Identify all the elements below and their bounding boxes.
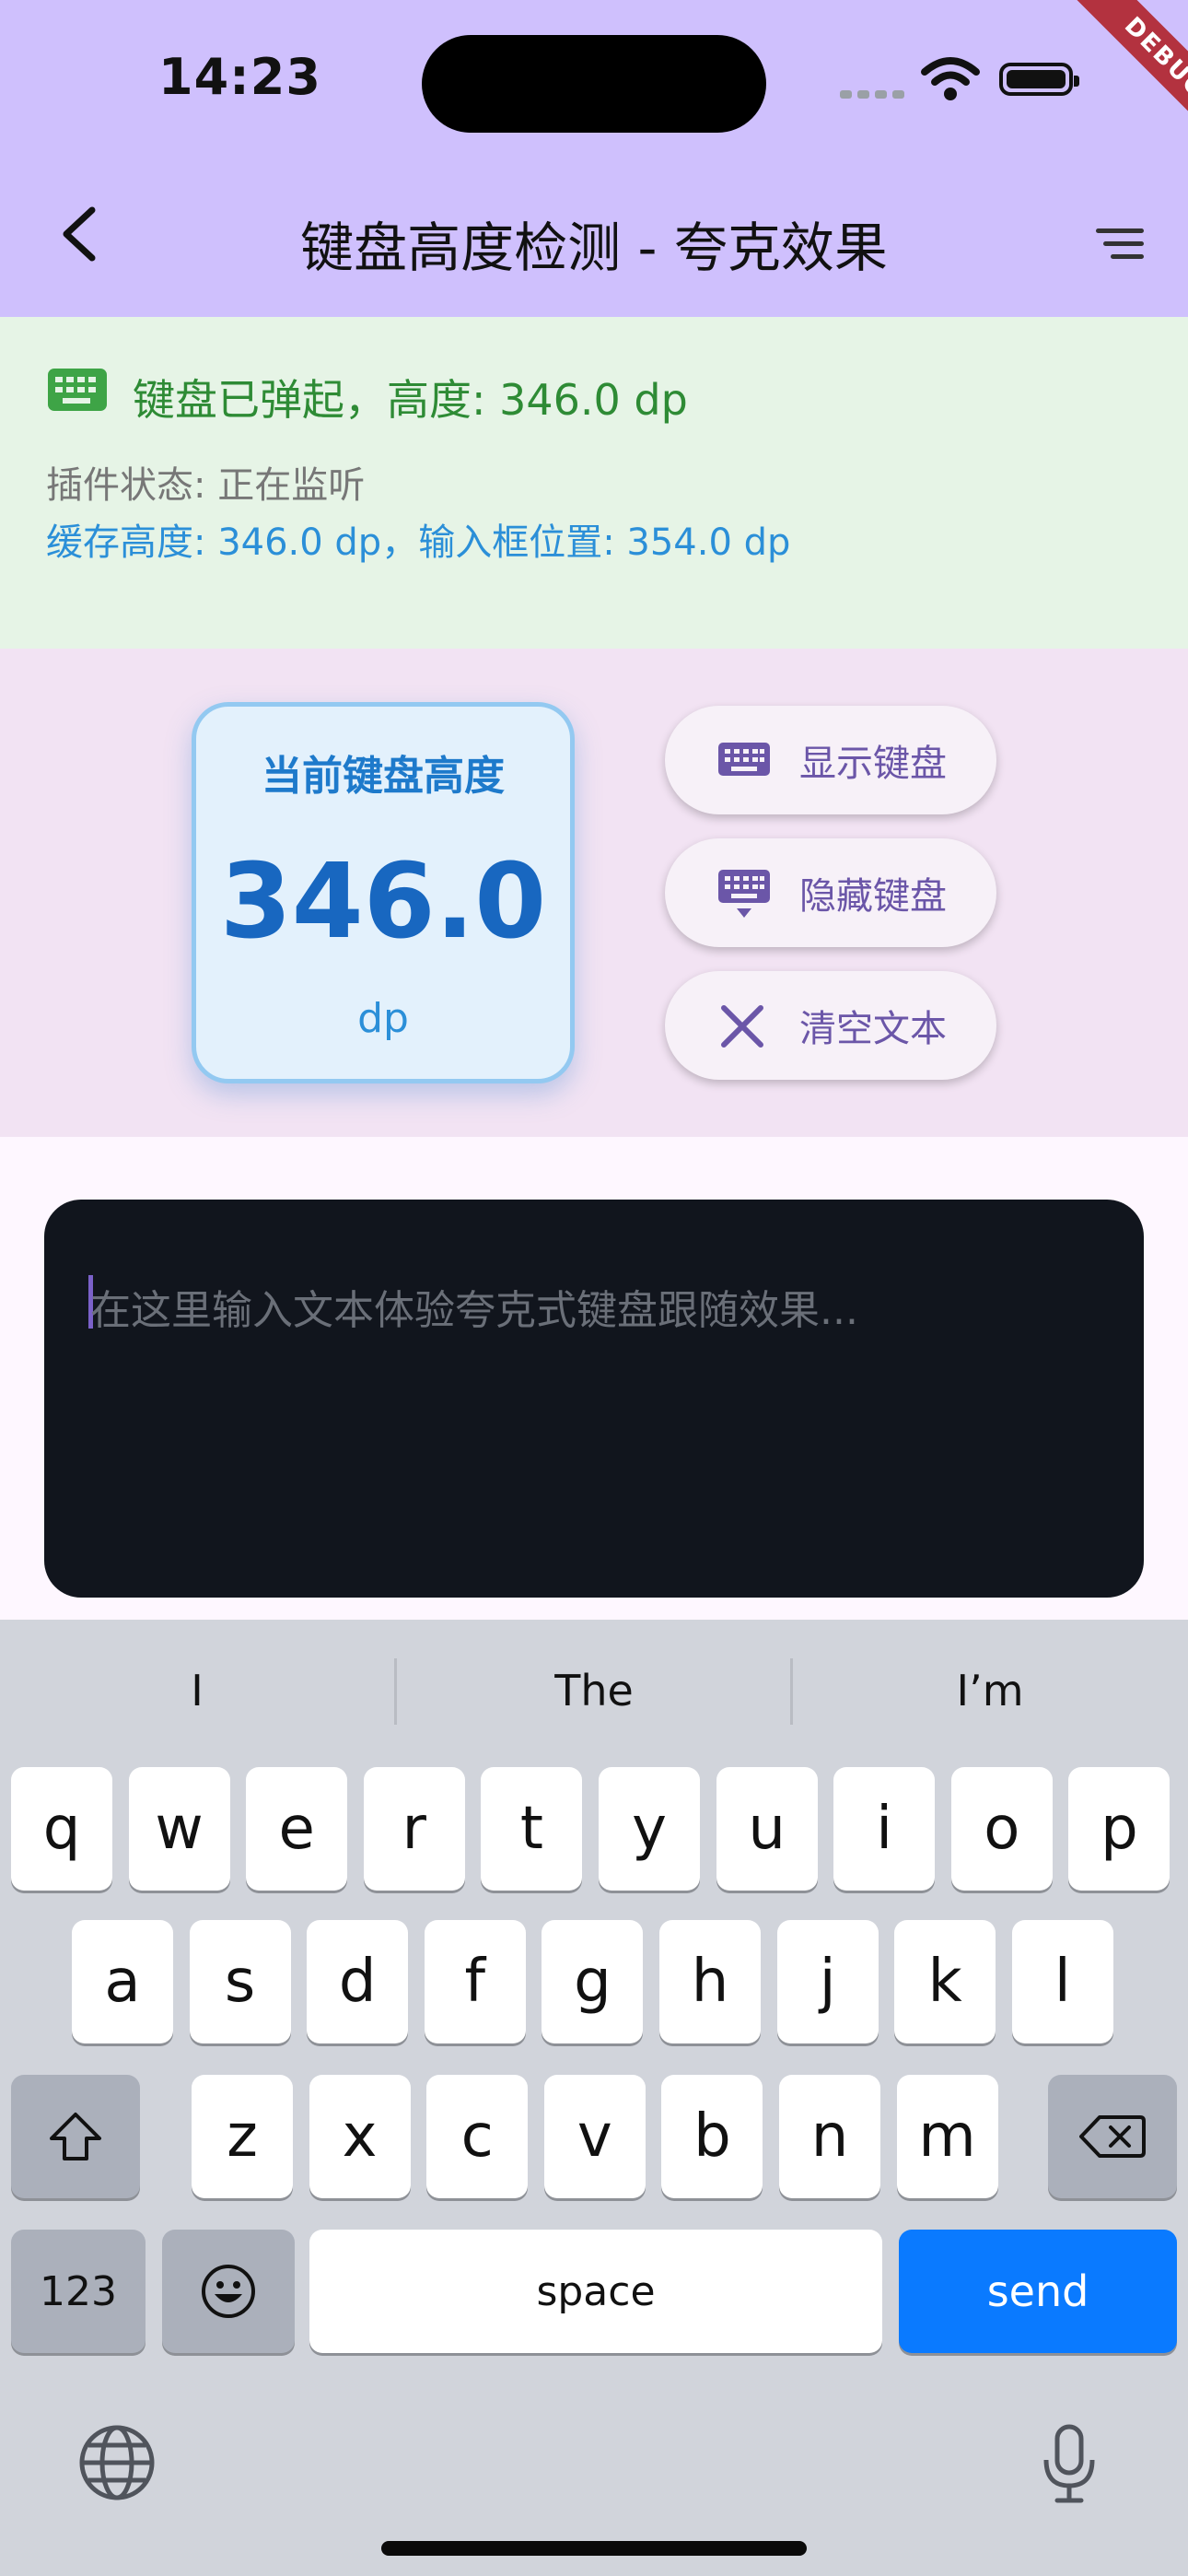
key-z[interactable]: z [192,2075,293,2198]
key-w[interactable]: w [128,1767,230,1891]
key-i[interactable]: i [833,1767,936,1891]
keyboard-icon [716,735,772,785]
key-l[interactable]: l [1011,1920,1113,2043]
shift-key[interactable] [11,2075,140,2198]
key-s[interactable]: s [189,1920,291,2043]
key-q[interactable]: q [11,1767,112,1891]
key-b[interactable]: b [661,2075,763,2198]
keyboard-hide-icon [716,868,772,925]
clear-text-label: 清空文本 [799,1008,947,1050]
microphone-icon[interactable] [1039,2423,1100,2510]
show-keyboard-label: 显示键盘 [799,743,947,785]
back-button[interactable] [57,205,103,267]
key-g[interactable]: g [542,1920,644,2043]
page-title: 键盘高度检测 - 夸克效果 [300,217,888,279]
height-card-value: 346.0 [219,842,547,962]
key-v[interactable]: v [543,2075,646,2198]
menu-button[interactable] [1096,228,1144,267]
key-d[interactable]: d [307,1920,409,2043]
key-t[interactable]: t [481,1767,583,1891]
suggestion-3[interactable]: I’m [793,1666,1187,1715]
keyboard-icon [48,369,107,411]
globe-icon[interactable] [77,2423,157,2506]
key-u[interactable]: u [716,1767,818,1891]
key-o[interactable]: o [950,1767,1053,1891]
text-input-placeholder: 在这里输入文本体验夸克式键盘跟随效果... [90,1287,858,1334]
height-card-unit: dp [357,995,409,1042]
numbers-key[interactable]: 123 [11,2230,146,2353]
key-j[interactable]: j [776,1920,879,2043]
control-panel [0,649,1188,1137]
debug-banner: DEBUG [1013,0,1188,175]
key-c[interactable]: c [426,2075,529,2198]
suggestion-2[interactable]: The [397,1666,791,1715]
key-n[interactable]: n [779,2075,880,2198]
clear-text-button[interactable]: 清空文本 [665,971,996,1080]
emoji-icon [202,2265,255,2318]
dynamic-island [422,35,766,133]
home-indicator [381,2541,807,2556]
cache-info-text: 缓存高度: 346.0 dp，输入框位置: 354.0 dp [46,521,791,564]
hide-keyboard-label: 隐藏键盘 [799,875,947,918]
shift-icon [50,2113,101,2160]
hide-keyboard-button[interactable]: 隐藏键盘 [665,838,996,947]
key-p[interactable]: p [1068,1767,1171,1891]
text-input[interactable] [44,1200,1144,1598]
backspace-icon [1079,2115,1146,2158]
emoji-key[interactable] [162,2230,295,2353]
key-e[interactable]: e [246,1767,348,1891]
key-f[interactable]: f [424,1920,526,2043]
key-m[interactable]: m [896,2075,998,2198]
key-k[interactable]: k [894,1920,996,2043]
close-icon [716,1001,768,1056]
key-y[interactable]: y [599,1767,700,1891]
keyboard-status-text: 键盘已弹起，高度: 346.0 dp [133,375,688,425]
status-time: 14:23 [158,48,321,106]
space-key[interactable]: space [309,2230,882,2353]
plugin-status-text: 插件状态: 正在监听 [46,464,366,507]
back-arrow-icon [63,206,96,262]
key-a[interactable]: a [72,1920,173,2043]
height-card-label: 当前键盘高度 [262,753,505,800]
key-x[interactable]: x [309,2075,411,2198]
key-r[interactable]: r [363,1767,465,1891]
delete-key[interactable] [1048,2075,1177,2198]
suggestion-1[interactable]: I [0,1666,394,1715]
wifi-icon [921,55,980,105]
cellular-signal-icon [840,85,910,102]
sort-icon [1096,228,1144,259]
show-keyboard-button[interactable]: 显示键盘 [665,706,996,814]
send-key[interactable]: send [899,2230,1177,2353]
key-h[interactable]: h [659,1920,761,2043]
